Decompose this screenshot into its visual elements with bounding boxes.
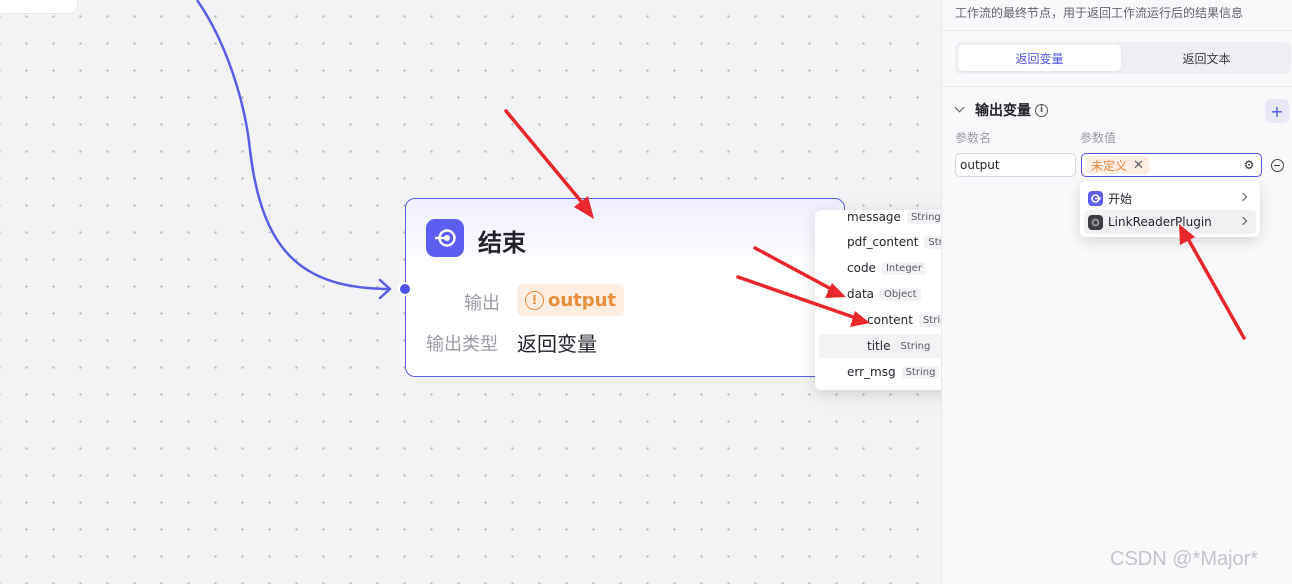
divider: [942, 86, 1292, 87]
chevron-right-icon: [1238, 192, 1248, 202]
type-tag: String: [901, 365, 940, 379]
type-tag: String: [924, 235, 941, 249]
gear-icon[interactable]: ⚙: [1242, 158, 1256, 172]
close-icon[interactable]: ✕: [1133, 158, 1144, 173]
info-icon[interactable]: i: [1035, 103, 1048, 117]
type-tag: String: [906, 210, 941, 224]
remove-variable-button[interactable]: [1271, 159, 1284, 172]
input-handle[interactable]: [398, 282, 412, 296]
tree-item-name: title: [867, 339, 891, 353]
chevron-right-icon: [1238, 216, 1248, 226]
tree-item-message[interactable]: message String: [819, 210, 941, 229]
end-node-icon: [426, 219, 464, 257]
tree-item-name: err_msg: [847, 365, 896, 379]
variable-tree-dropdown[interactable]: message String pdf_content String code I…: [815, 210, 941, 390]
tree-item-title[interactable]: title String: [819, 334, 941, 358]
output-variable-chip[interactable]: ! output: [517, 284, 625, 316]
start-icon: [1088, 190, 1103, 206]
tree-item-name: content: [867, 313, 913, 327]
tree-item-code[interactable]: code Integer: [819, 256, 941, 280]
output-mode-tabs: 返回变量 返回文本: [955, 42, 1291, 74]
output-variable-name: output: [548, 289, 617, 311]
end-node[interactable]: 结束 输出 ! output 输出类型 返回变量: [398, 198, 845, 377]
plugin-icon: [1088, 214, 1103, 230]
output-label: 输出: [464, 293, 500, 314]
end-node-title: 结束: [478, 229, 526, 257]
undefined-tag-text: 未定义: [1091, 158, 1128, 173]
tab-return-text[interactable]: 返回文本: [1125, 45, 1288, 71]
param-value-input[interactable]: 未定义 ✕ ⚙: [1081, 153, 1262, 177]
chevron-down-icon[interactable]: [954, 102, 965, 113]
output-type-label: 输出类型: [426, 334, 498, 355]
param-name-input[interactable]: output: [955, 153, 1076, 177]
tree-item-name: code: [847, 261, 876, 275]
tree-item-content[interactable]: content String: [819, 308, 941, 332]
tree-item-name: message: [847, 210, 901, 224]
type-tag: Object: [880, 287, 921, 301]
source-item-linkreaderplugin[interactable]: LinkReaderPlugin: [1084, 210, 1256, 234]
section-title: 输出变量 i: [975, 100, 1048, 120]
divider: [942, 30, 1292, 31]
source-item-label: 开始: [1108, 191, 1133, 206]
watermark: CSDN @*Major*: [1110, 548, 1259, 570]
tab-return-variable[interactable]: 返回变量: [958, 45, 1121, 71]
undefined-tag: 未定义 ✕: [1086, 156, 1149, 174]
tree-item-name: pdf_content: [847, 235, 919, 249]
node-config-panel: 工作流的最终节点，用于返回工作流运行后的结果信息 返回变量 返回文本 输出变量 …: [941, 0, 1292, 584]
source-item-label: LinkReaderPlugin: [1108, 215, 1212, 229]
tree-item-pdf-content[interactable]: pdf_content String: [819, 230, 941, 254]
output-type-value: 返回变量: [517, 332, 597, 356]
section-title-text: 输出变量: [975, 103, 1031, 119]
type-tag: String: [918, 313, 941, 327]
type-tag: String: [896, 339, 935, 353]
tree-item-err-msg[interactable]: err_msg String: [819, 360, 941, 384]
caret-down-icon[interactable]: ▼: [827, 289, 834, 299]
type-tag: Integer: [881, 261, 926, 275]
add-variable-button[interactable]: +: [1265, 99, 1289, 123]
workflow-canvas[interactable]: 结束 输出 ! output 输出类型 返回变量 message String …: [0, 0, 941, 584]
warning-icon: !: [525, 290, 544, 310]
panel-description: 工作流的最终节点，用于返回工作流运行后的结果信息: [955, 6, 1244, 20]
variable-source-menu: 开始 LinkReaderPlugin: [1080, 181, 1260, 237]
source-item-start[interactable]: 开始: [1084, 186, 1256, 210]
tree-item-data[interactable]: ▼ data Object: [819, 282, 941, 306]
param-value-label: 参数值: [1080, 131, 1117, 145]
param-name-label: 参数名: [955, 131, 992, 145]
tree-item-name: data: [847, 287, 875, 301]
